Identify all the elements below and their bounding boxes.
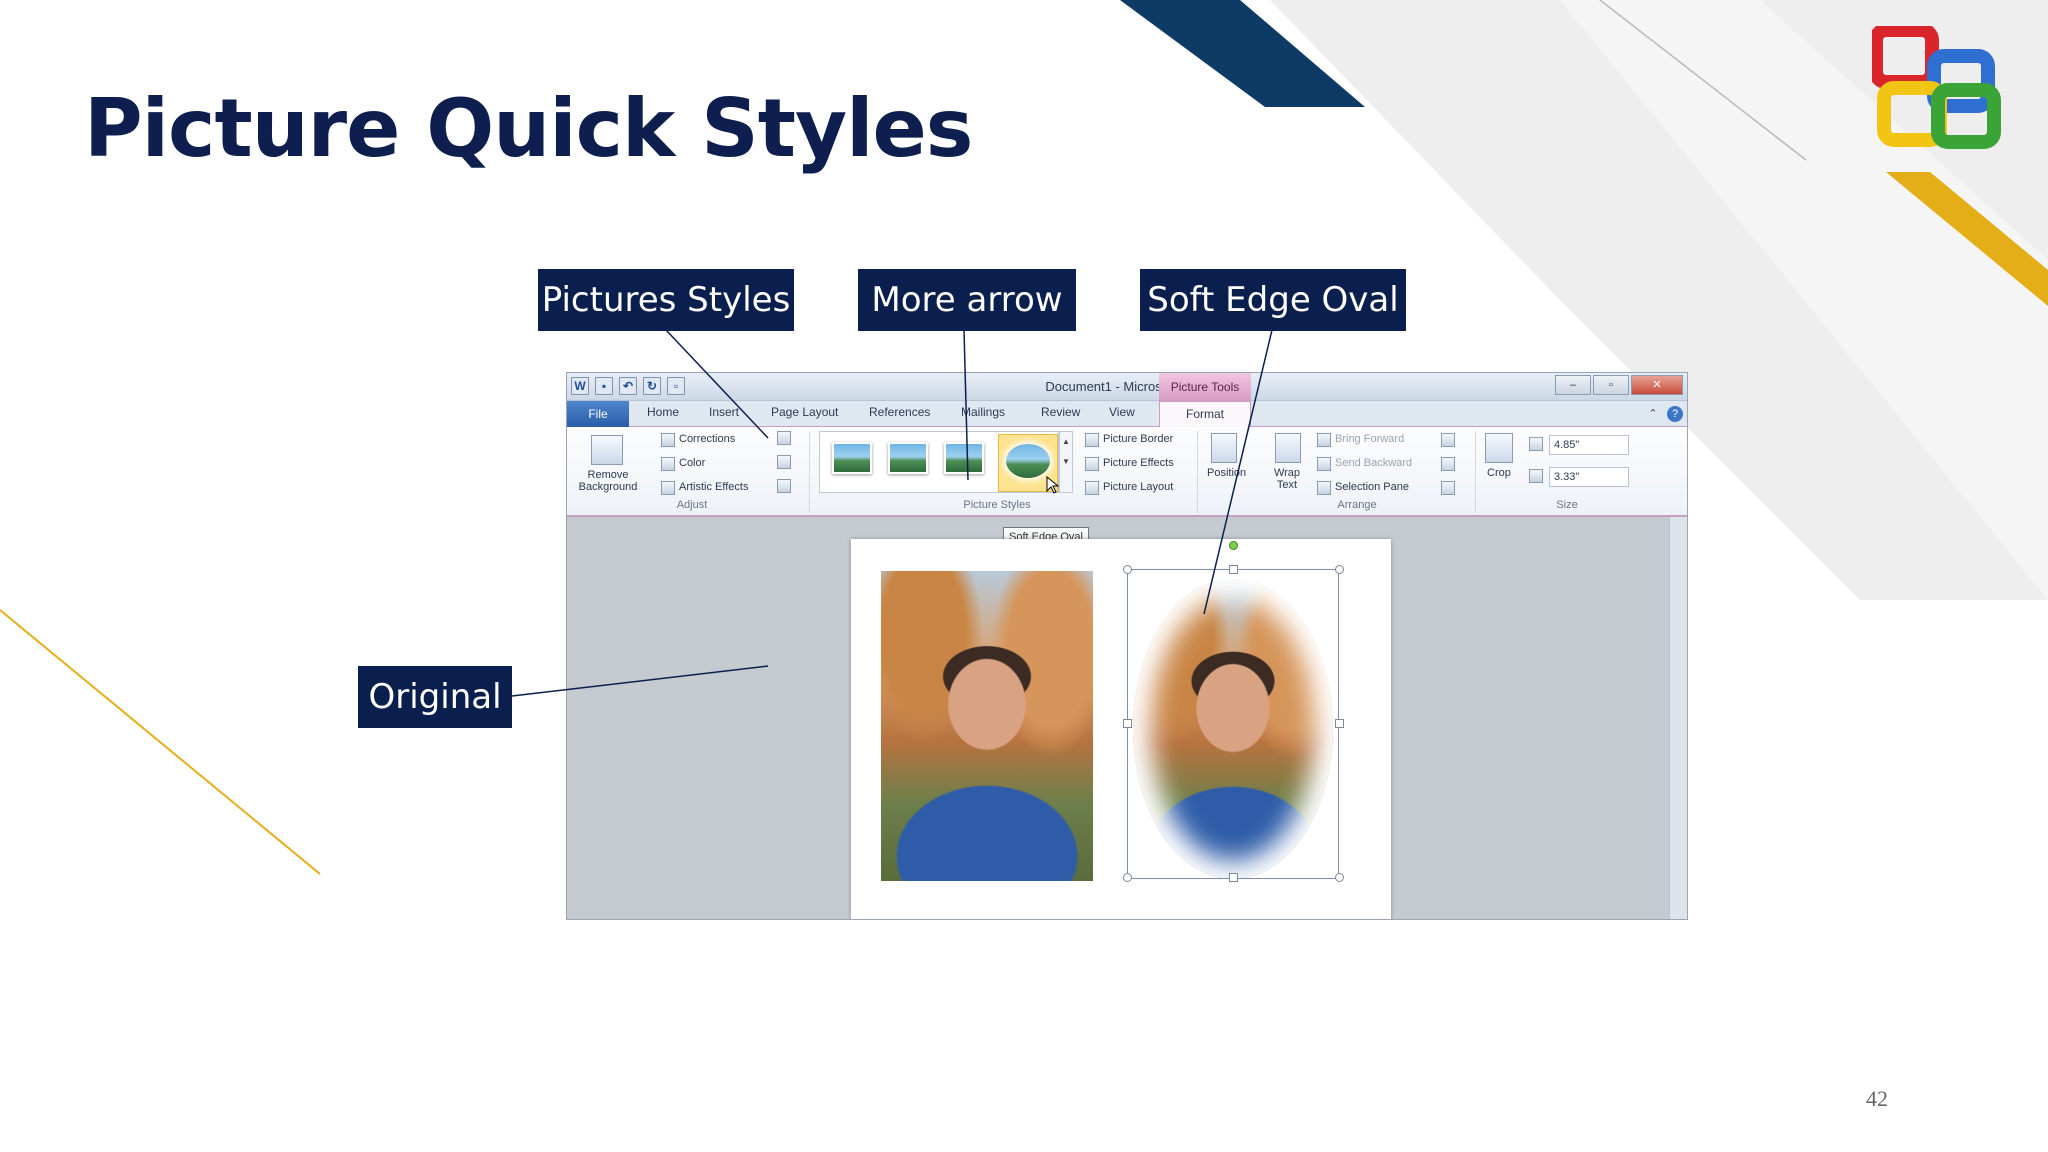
callout-soft-edge-oval: Soft Edge Oval xyxy=(1140,269,1406,331)
leader-line-original xyxy=(511,665,769,697)
callout-pictures-styles: Pictures Styles xyxy=(538,269,794,331)
leader-line-soft-edge-oval xyxy=(1203,329,1273,615)
callout-lines xyxy=(511,329,1273,697)
callout-original: Original xyxy=(358,666,512,728)
leader-line-pictures-styles xyxy=(665,329,769,439)
callout-more-arrow: More arrow xyxy=(858,269,1076,331)
leader-line-more-arrow xyxy=(963,329,969,481)
page-number: 42 xyxy=(1866,1086,1888,1111)
